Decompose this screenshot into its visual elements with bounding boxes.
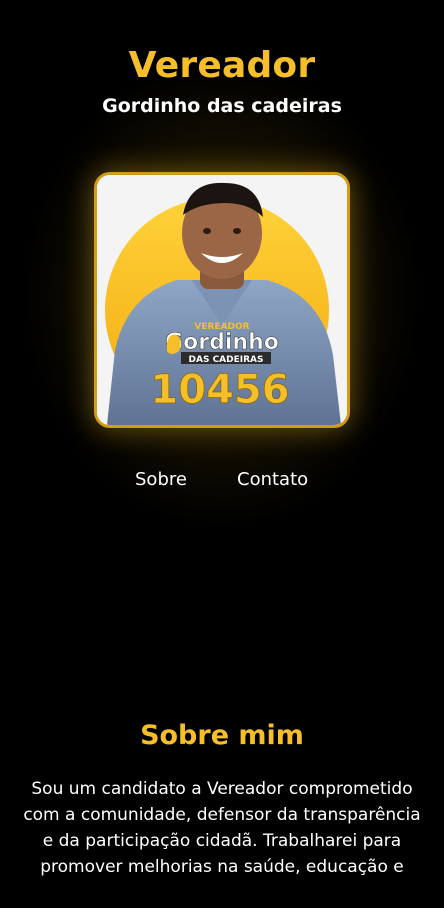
page: Vereador Gordinho das cadeiras VEREADOR …	[0, 0, 444, 908]
about-section: Sobre mim Sou um candidato a Vereador co…	[0, 718, 444, 880]
badge-name-text: Gordinho	[165, 330, 279, 355]
candidate-portrait-image: VEREADOR Gordinho DAS CADEIRAS 10456	[97, 175, 347, 425]
badge-sub-text: DAS CADEIRAS	[189, 355, 264, 365]
about-text: Sou um candidato a Vereador comprometido…	[23, 779, 421, 877]
page-subtitle: Gordinho das cadeiras	[102, 95, 342, 117]
candidate-number: 10456	[150, 367, 289, 413]
page-header: Vereador Gordinho das cadeiras	[0, 44, 444, 118]
nav-link-sobre[interactable]: Sobre	[135, 468, 187, 492]
candidate-photo: VEREADOR Gordinho DAS CADEIRAS 10456	[94, 172, 350, 428]
about-title: Sobre mim	[140, 720, 304, 751]
main-nav: Sobre Contato	[0, 468, 444, 492]
nav-link-contato[interactable]: Contato	[237, 468, 308, 492]
page-title: Vereador	[128, 45, 316, 86]
